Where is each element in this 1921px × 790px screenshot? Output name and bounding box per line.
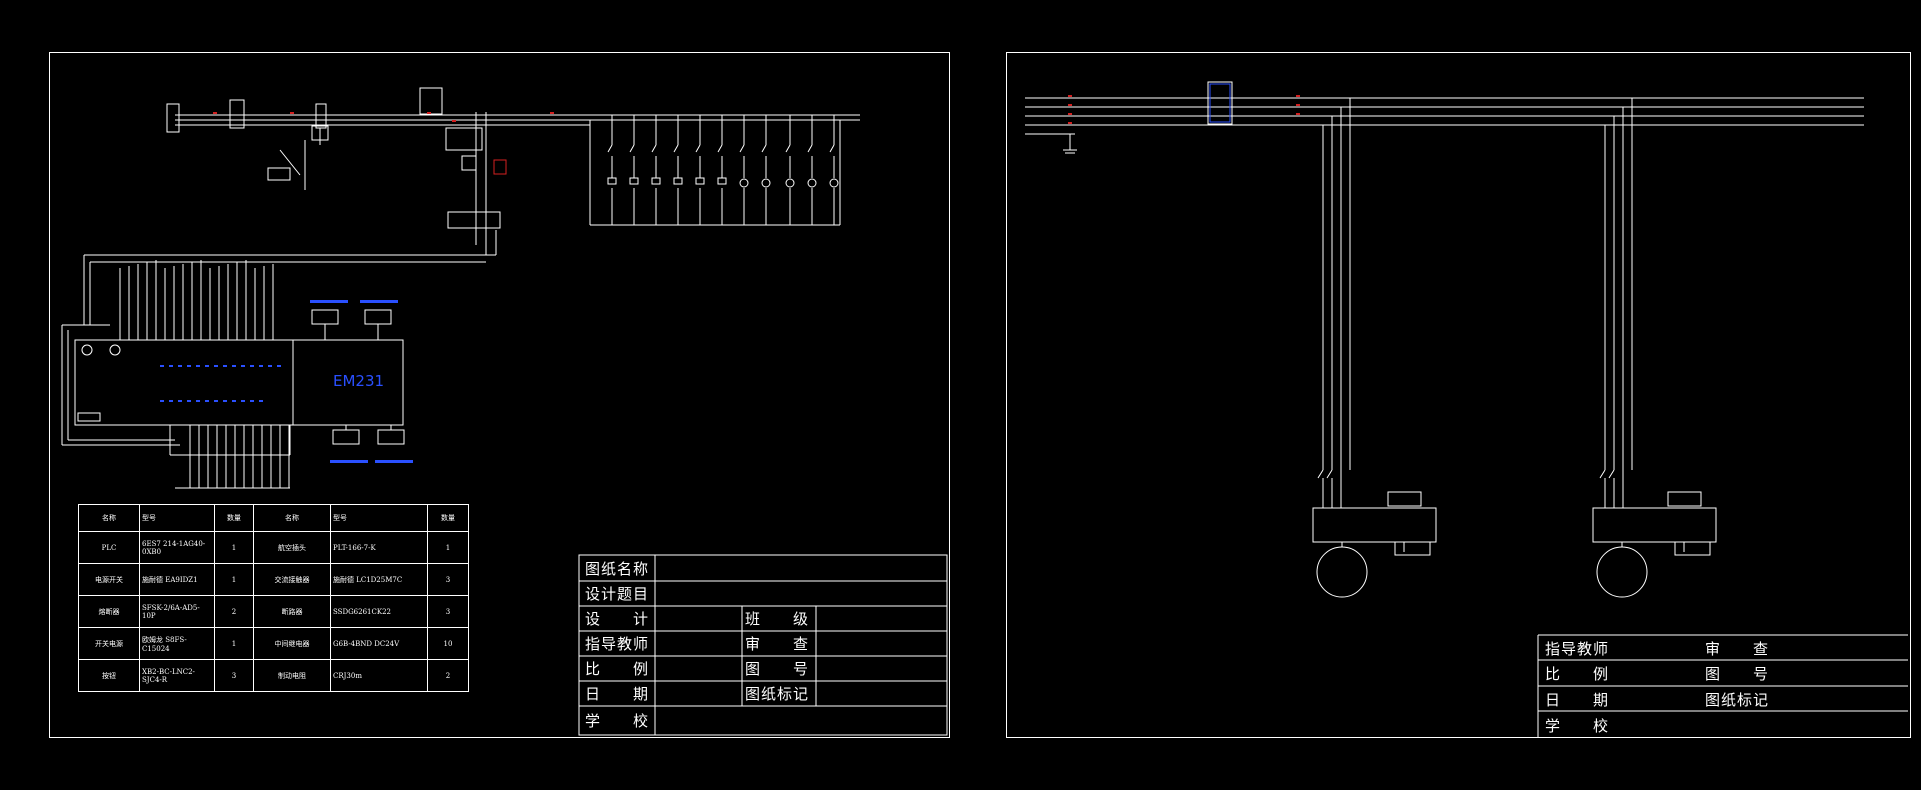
title-block-drawing-no: 图 号 <box>745 660 810 678</box>
right-title-block-date: 日 期 <box>1545 691 1610 709</box>
right-title-block-scale: 比 例 <box>1545 665 1610 683</box>
title-block-class: 班 级 <box>745 610 810 628</box>
title-block-school: 学 校 <box>585 712 650 730</box>
right-title-block-drawing-no: 图 号 <box>1705 665 1770 683</box>
right-title-block-school: 学 校 <box>1545 717 1610 735</box>
title-block-advisor: 指导教师 <box>585 635 650 653</box>
right-title-block-review: 审 查 <box>1705 640 1770 658</box>
right-title-block-advisor: 指导教师 <box>1545 640 1610 658</box>
title-block-date: 日 期 <box>585 685 650 703</box>
title-block-scale: 比 例 <box>585 660 650 678</box>
left-title-block-lines <box>578 554 1908 737</box>
title-block-drawing-mark: 图纸标记 <box>745 685 810 703</box>
title-block-drawing-name: 图纸名称 <box>585 560 650 578</box>
right-title-block-drawing-mark: 图纸标记 <box>1705 691 1770 709</box>
title-block-design-topic: 设计题目 <box>585 585 650 603</box>
title-block-design: 设 计 <box>585 610 650 628</box>
title-block-review: 审 查 <box>745 635 810 653</box>
